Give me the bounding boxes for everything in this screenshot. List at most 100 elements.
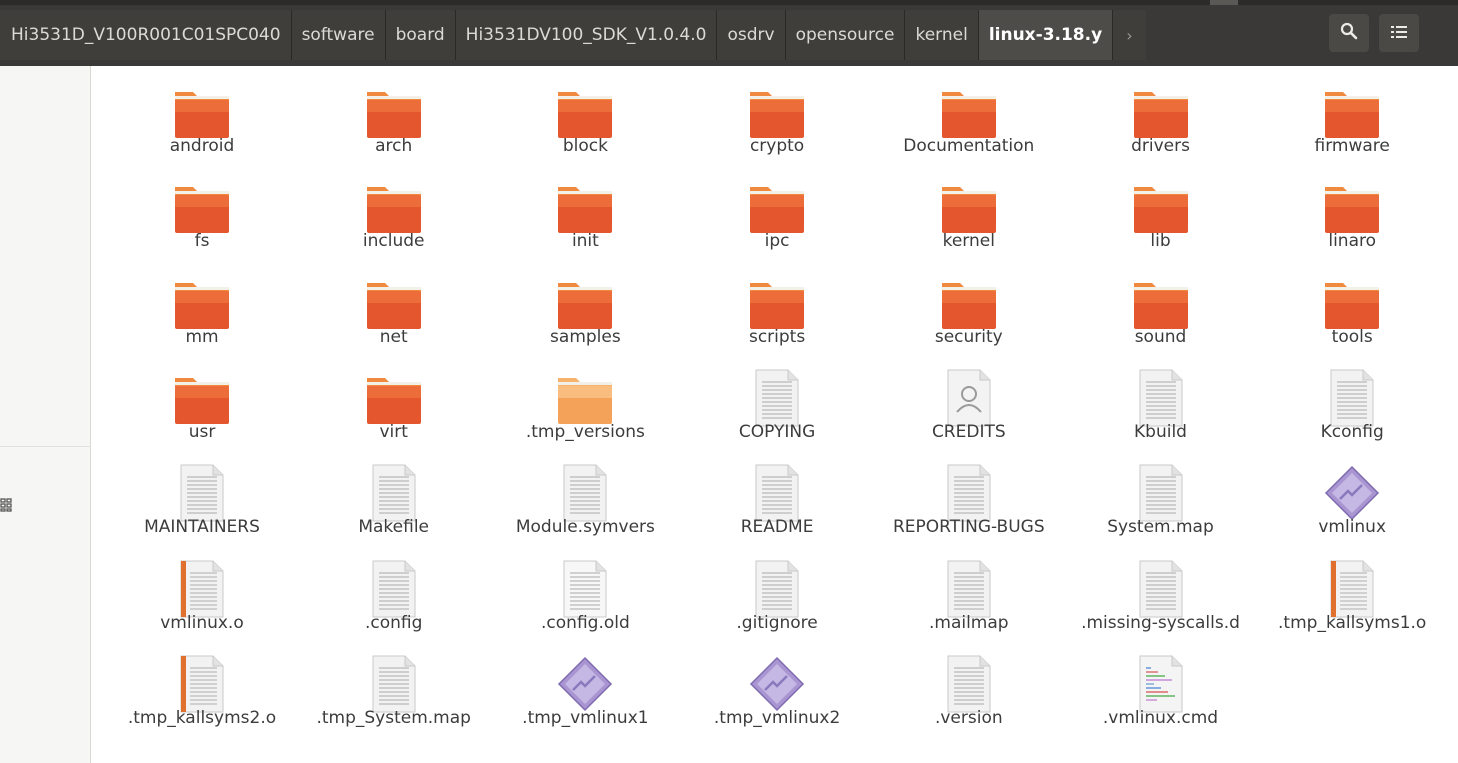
file-item[interactable]: Kconfig [1256,362,1448,457]
file-item[interactable]: .tmp_vmlinux2 [681,648,873,743]
folder-icon [1322,82,1382,142]
folder-item[interactable]: security [873,267,1065,362]
folder-item[interactable]: mm [106,267,298,362]
folder-icon [364,177,424,237]
search-button[interactable] [1329,14,1369,52]
file-item[interactable]: .config.old [489,553,681,648]
folder-item[interactable]: samples [489,267,681,362]
folder-icon [172,273,232,333]
file-item[interactable]: Module.symvers [489,457,681,552]
file-item[interactable]: .gitignore [681,553,873,648]
file-item[interactable]: Makefile [298,457,490,552]
file-item[interactable]: REPORTING-BUGS [873,457,1065,552]
breadcrumb-item[interactable]: opensource [785,10,906,60]
file-label: .config [364,612,423,633]
folder-item[interactable]: block [489,76,681,171]
network-icon[interactable] [0,498,16,516]
file-item[interactable]: System.map [1065,457,1257,552]
file-label: ipc [764,231,790,252]
file-label: firmware [1314,136,1390,156]
breadcrumb-item[interactable]: Hi3531DV100_SDK_V1.0.4.0 [455,10,718,60]
folder-item[interactable]: usr [106,362,298,457]
file-label: .missing-syscalls.d [1081,612,1240,633]
folder-item[interactable]: virt [298,362,490,457]
header-bar: Hi3531D_V100R001C01SPC040 software board Hi… [0,0,1458,66]
folder-icon [172,368,232,428]
folder-item[interactable]: android [106,76,298,171]
top-strip [0,0,1458,5]
file-item[interactable]: README [681,457,873,552]
breadcrumb-item[interactable]: linux-3.18.y [978,10,1114,60]
file-item[interactable]: .vmlinux.cmd [1065,648,1257,743]
file-label: .tmp_vmlinux1 [522,707,649,728]
file-item[interactable]: Kbuild [1065,362,1257,457]
file-item[interactable]: .mailmap [873,553,1065,648]
folder-item[interactable]: linaro [1256,171,1448,266]
file-label: REPORTING-BUGS [892,517,1045,538]
folder-item[interactable]: sound [1065,267,1257,362]
file-label: .version [934,707,1003,728]
file-item[interactable]: .tmp_kallsyms2.o [106,648,298,743]
folder-icon [555,273,615,333]
file-label: mm [185,326,219,347]
folder-icon [364,82,424,142]
file-label: Module.symvers [515,517,655,538]
folder-icon [172,82,232,142]
file-label: Documentation [903,136,1035,156]
folder-item[interactable]: drivers [1065,76,1257,171]
file-label: include [362,231,425,252]
folder-item[interactable]: firmware [1256,76,1448,171]
file-item[interactable]: CREDITS [873,362,1065,457]
text-file-icon [1131,463,1191,523]
file-item[interactable]: vmlinux [1256,457,1448,552]
breadcrumb-item[interactable]: kernel [905,10,979,60]
breadcrumb-next-button[interactable]: › [1113,10,1146,60]
file-item[interactable]: .tmp_vmlinux1 [489,648,681,743]
file-item[interactable]: COPYING [681,362,873,457]
contact-file-icon [939,368,999,428]
folder-item[interactable]: tools [1256,267,1448,362]
file-item[interactable]: MAINTAINERS [106,457,298,552]
folder-item[interactable]: kernel [873,171,1065,266]
folder-item[interactable]: init [489,171,681,266]
folder-item[interactable]: Documentation [873,76,1065,171]
breadcrumb-item[interactable]: software [291,10,386,60]
file-label: COPYING [738,421,816,442]
text-file-icon [364,559,424,619]
folder-item[interactable]: crypto [681,76,873,171]
folder-item[interactable]: scripts [681,267,873,362]
executable-icon [747,654,807,714]
text-file-icon [555,559,615,619]
file-label: .tmp_kallsyms2.o [127,707,277,728]
breadcrumb-item[interactable]: Hi3531D_V100R001C01SPC040 [0,10,292,60]
file-label: net [379,326,408,347]
file-item[interactable]: .config [298,553,490,648]
folder-icon [1322,177,1382,237]
file-item[interactable]: .missing-syscalls.d [1065,553,1257,648]
file-label: README [740,517,814,538]
list-view-button[interactable] [1379,14,1419,52]
object-file-icon [172,654,232,714]
file-item[interactable]: .tmp_System.map [298,648,490,743]
file-item[interactable]: vmlinux.o [106,553,298,648]
folder-item[interactable]: lib [1065,171,1257,266]
folder-item[interactable]: net [298,267,490,362]
file-label: vmlinux [1318,517,1387,538]
file-label: .tmp_kallsyms1.o [1278,612,1427,633]
executable-icon [1322,463,1382,523]
file-label: security [934,326,1003,347]
folder-icon [555,177,615,237]
breadcrumb-item[interactable]: board [385,10,456,60]
file-item[interactable]: .tmp_kallsyms1.o [1256,553,1448,648]
folder-item[interactable]: fs [106,171,298,266]
folder-icon [939,273,999,333]
file-label: fs [194,231,210,252]
file-item[interactable]: .version [873,648,1065,743]
folder-item[interactable]: include [298,171,490,266]
breadcrumb-item[interactable]: osdrv [717,10,786,60]
folder-item[interactable]: ipc [681,171,873,266]
folder-item[interactable]: arch [298,76,490,171]
text-file-icon [555,463,615,523]
folder-icon [1131,82,1191,142]
folder-item[interactable]: .tmp_versions [489,362,681,457]
